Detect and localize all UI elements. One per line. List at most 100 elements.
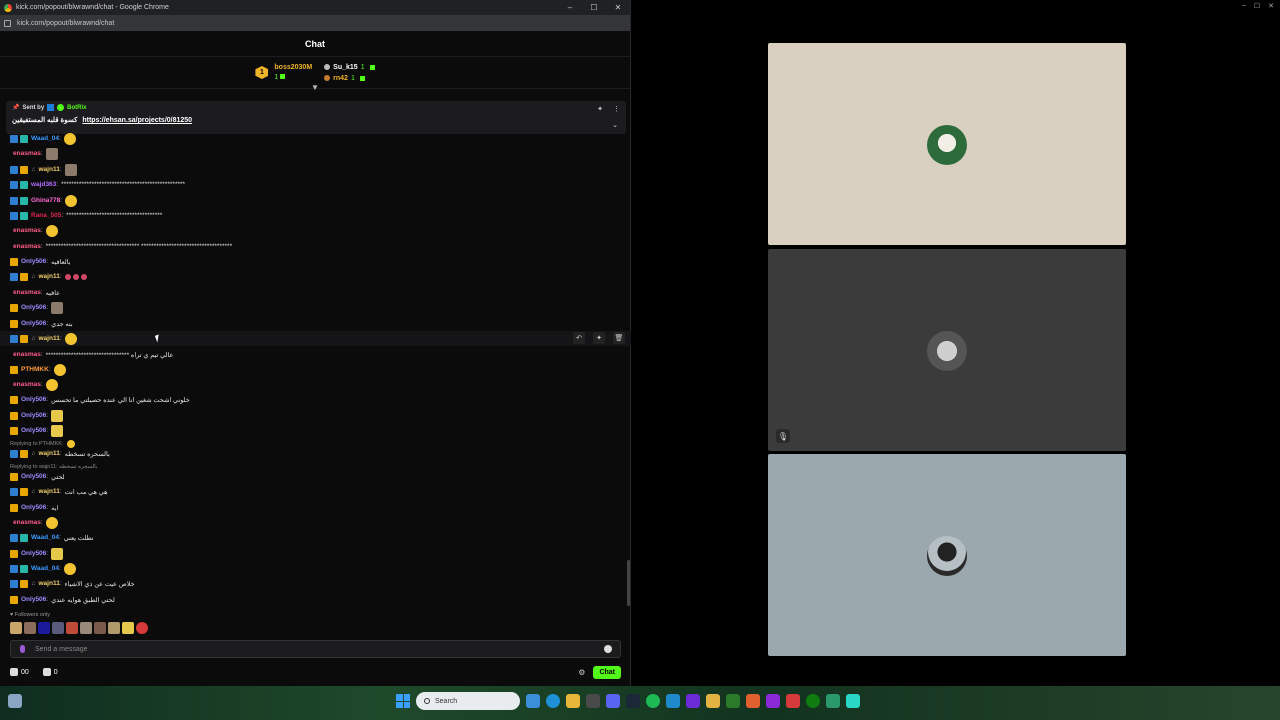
reply-icon[interactable]: ↶ [573, 332, 585, 344]
taskbar-search[interactable]: Search [416, 692, 520, 710]
delete-icon[interactable]: 🗑 [613, 332, 625, 344]
chat-message[interactable]: enasmas: [10, 146, 58, 161]
username[interactable]: Only506 [21, 396, 46, 403]
emote-icon[interactable] [66, 622, 78, 634]
leaderboard-top[interactable]: boss2030M 1 [274, 63, 312, 83]
chat-message[interactable]: wajd363: ********************************… [10, 177, 185, 192]
chat-message[interactable]: enasmas: [10, 223, 58, 238]
emote-icon[interactable] [65, 194, 78, 207]
username[interactable]: wajn11 [39, 450, 60, 457]
app-icon[interactable] [746, 694, 760, 708]
app-icon[interactable] [766, 694, 780, 708]
chat-message[interactable]: Only506: [10, 408, 64, 423]
chat-message[interactable]: Only506: [10, 423, 64, 438]
task-view-icon[interactable] [526, 694, 540, 708]
username[interactable]: Only506 [21, 320, 46, 327]
emote-icon[interactable] [45, 224, 58, 237]
minimize-button[interactable]: – [1242, 2, 1246, 10]
username[interactable]: Only506 [21, 304, 46, 311]
username[interactable]: wajn11 [39, 580, 60, 587]
chat-message[interactable]: ♫ wajn11: خلاص عيت عن ذي الاشياء [10, 576, 135, 591]
spotify-icon[interactable] [646, 694, 660, 708]
chest-counter[interactable]: 0 [42, 668, 58, 676]
emote-icon[interactable] [63, 132, 76, 145]
emote-icon[interactable] [45, 147, 58, 160]
chat-scrollbar[interactable] [627, 560, 630, 606]
gear-icon[interactable]: ⚙ [578, 668, 585, 677]
chat-message[interactable]: Waad_04: [10, 131, 76, 146]
chat-message[interactable]: ♫ wajn11: [10, 162, 77, 177]
username[interactable]: wajn11 [39, 166, 60, 173]
username[interactable]: wajn11 [39, 335, 60, 342]
username[interactable]: Only506 [21, 258, 46, 265]
participant-tile[interactable] [768, 454, 1126, 656]
unpin-icon[interactable]: ✦ [597, 105, 603, 113]
more-options-icon[interactable]: ⋮ [613, 105, 620, 113]
emote-icon[interactable] [72, 273, 79, 280]
chat-message[interactable]: Only506: بالعافيه [10, 254, 71, 269]
app-icon[interactable] [826, 694, 840, 708]
emote-icon[interactable] [94, 622, 106, 634]
emote-icon[interactable] [64, 332, 77, 345]
xbox-icon[interactable] [806, 694, 820, 708]
username[interactable]: wajn11 [39, 488, 60, 495]
chat-message[interactable]: enasmas: عافيه [10, 285, 60, 300]
messenger-icon[interactable] [666, 694, 680, 708]
chat-message[interactable]: ♫ wajn11: هي هي مب انت [10, 484, 108, 499]
chat-message[interactable]: PTHMKK: [10, 362, 66, 377]
pinned-bot-name[interactable]: BotRix [67, 105, 86, 111]
app-icon[interactable] [786, 694, 800, 708]
emote-icon[interactable] [136, 622, 148, 634]
username[interactable]: Ghina778 [31, 197, 60, 204]
username[interactable]: Waad_04 [31, 565, 59, 572]
send-chat-button[interactable]: Chat [593, 665, 621, 679]
username[interactable]: Only506 [21, 550, 46, 557]
discord-icon[interactable] [606, 694, 620, 708]
emote-icon[interactable] [122, 622, 134, 634]
username[interactable]: enasmas [13, 289, 41, 296]
username[interactable]: enasmas [13, 243, 41, 250]
username[interactable]: enasmas [13, 351, 41, 358]
minimize-button[interactable]: – [558, 3, 582, 12]
username[interactable]: Waad_04 [31, 135, 59, 142]
pin-icon[interactable]: ✦ [593, 332, 605, 344]
participant-tile[interactable] [768, 43, 1126, 245]
chat-message[interactable]: Only506: [10, 300, 64, 315]
username[interactable]: wajn11 [39, 273, 60, 280]
username[interactable]: Only506 [21, 473, 46, 480]
chat-message[interactable]: ♫ wajn11: [10, 269, 89, 284]
chat-message[interactable]: Only506: لحتي [10, 469, 65, 484]
username[interactable]: Only506 [21, 504, 46, 511]
emote-icon[interactable] [64, 163, 77, 176]
microphone-icon[interactable] [20, 645, 25, 653]
username[interactable]: enasmas [13, 519, 41, 526]
chat-message[interactable]: Waad_04: [10, 561, 76, 576]
username[interactable]: Only506 [21, 412, 46, 419]
app-icon[interactable] [726, 694, 740, 708]
username[interactable]: Rana_505 [31, 212, 61, 219]
emote-icon[interactable] [108, 622, 120, 634]
emote-icon[interactable] [63, 562, 76, 575]
pinned-link[interactable]: https://ehsan.sa/projects/0/81250 [82, 117, 192, 124]
chat-message[interactable]: Waad_04: نطلت يعني [10, 530, 94, 545]
username[interactable]: PTHMKK [21, 366, 49, 373]
emote-icon[interactable] [45, 378, 58, 391]
emote-icon[interactable] [80, 622, 92, 634]
collapse-arrow-icon[interactable]: ▼ [311, 83, 319, 92]
chat-message[interactable]: Only506: ايه [10, 500, 58, 515]
chat-message[interactable]: Ghina778: [10, 193, 78, 208]
emoji-icon[interactable] [604, 645, 612, 653]
edge-icon[interactable] [546, 694, 560, 708]
close-button[interactable]: ✕ [1268, 2, 1274, 10]
chat-message[interactable]: enasmas: [10, 515, 58, 530]
emote-icon[interactable] [51, 301, 64, 314]
username[interactable]: Waad_04 [31, 534, 59, 541]
emote-icon[interactable] [24, 622, 36, 634]
emote-icon[interactable] [38, 622, 50, 634]
username[interactable]: Only506 [21, 596, 46, 603]
emote-icon[interactable] [45, 516, 58, 529]
leaderboard-third[interactable]: rn42 1 [324, 73, 374, 84]
chat-message[interactable]: enasmas: [10, 377, 58, 392]
file-explorer-icon[interactable] [566, 694, 580, 708]
address-bar[interactable]: kick.com/popout/blwrawnd/chat [0, 15, 630, 31]
